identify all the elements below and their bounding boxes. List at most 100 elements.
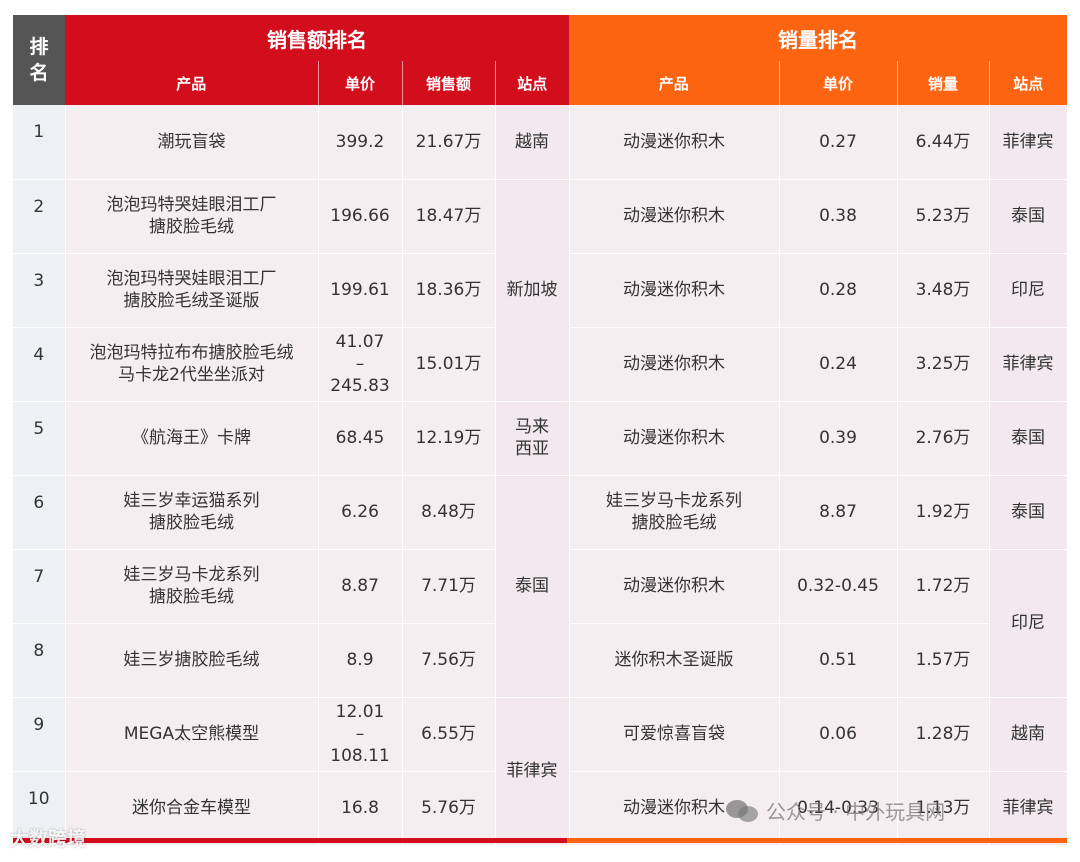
rank-cell: 8 [13,623,66,698]
sales-amount: 5.76万 [402,771,496,846]
sales-amount-text: 21.67万 [415,131,482,152]
sales-volume-text: 1.92万 [915,502,971,522]
sales-volume: 5.23万 [897,179,990,254]
col-site-right: 站点 [989,61,1067,105]
site-left: 新加坡 [495,179,570,402]
product-left-text: 潮玩盲袋 [157,131,226,152]
product-right: 迷你积木圣诞版 [569,623,780,698]
product-right-text: 动漫迷你积木 [623,576,725,596]
product-left-text: 泡泡玛特哭娃眼泪工厂 搪胶脸毛绒圣诞版 [106,269,277,311]
price-right: 0.28 [779,253,898,328]
price-right: 0.39 [779,401,898,476]
site-left-text: 越南 [515,131,549,152]
site-right: 菲律宾 [989,327,1068,402]
price-left: 12.01 – 108.11 [318,697,403,772]
rank-cell: 9 [13,697,66,772]
product-left: 迷你合金车模型 [65,771,319,846]
watermark-right: 公众号 · 中外玩具网 [726,796,945,825]
site-right-text: 泰国 [1011,206,1045,226]
rank-cell-text: 5 [33,418,45,439]
price-left-text: 16.8 [341,798,379,818]
product-right: 动漫迷你积木 [569,327,780,402]
price-right-text: 0.28 [819,280,857,300]
product-right: 动漫迷你积木 [569,179,780,254]
product-left-text: 娃三岁幸运猫系列 搪胶脸毛绒 [123,491,260,533]
site-left: 马来 西亚 [495,401,570,476]
price-left-text: 41.07 – 245.83 [330,332,390,396]
price-left: 41.07 – 245.83 [318,327,403,402]
sales-amount-text: 18.36万 [415,280,482,300]
rank-cell: 4 [13,327,66,402]
site-right: 菲律宾 [989,771,1068,846]
product-right-text: 动漫迷你积木 [623,798,725,818]
table-row: 1 潮玩盲袋 399.2 21.67万 越南 动漫迷你积木 0.27 6.44万 菲律宾 [13,105,1068,180]
product-right-text: 娃三岁马卡龙系列 搪胶脸毛绒 [606,491,742,533]
sales-amount-text: 5.76万 [421,798,476,818]
bottom-bar-red [13,838,567,843]
price-left-text: 8.9 [346,650,374,670]
price-right-text: 0.51 [819,650,857,670]
sales-volume-text: 3.25万 [915,354,971,374]
sales-volume-text: 1.57万 [915,650,971,670]
col-product-left: 产品 [65,61,319,105]
sales-volume-text: 1.72万 [915,576,971,596]
sales-amount: 6.55万 [402,697,496,772]
rank-cell-text: 7 [33,566,45,587]
sales-volume-text: 1.28万 [915,724,971,744]
price-left-text: 199.61 [330,280,390,300]
sales-amount-text: 18.47万 [415,206,482,226]
site-left-text: 新加坡 [506,280,558,300]
sales-volume: 1.57万 [897,623,990,698]
price-left: 199.61 [318,253,403,328]
price-left-text: 8.87 [341,576,379,596]
product-right-text: 动漫迷你积木 [623,206,725,226]
product-right-text: 动漫迷你积木 [623,131,725,152]
product-left: 娃三岁搪胶脸毛绒 [65,623,319,698]
price-right-text: 0.06 [819,724,857,744]
product-right: 动漫迷你积木 [569,105,780,180]
product-left: 泡泡玛特哭娃眼泪工厂 搪胶脸毛绒圣诞版 [65,253,319,328]
product-left-text: MEGA太空熊模型 [123,724,260,744]
table-body: 1 潮玩盲袋 399.2 21.67万 越南 动漫迷你积木 0.27 6.44万 菲律宾 2 泡泡玛… [13,105,1068,846]
product-right-text: 动漫迷你积木 [623,428,725,448]
wechat-icon [726,798,760,824]
price-left-text: 12.01 – 108.11 [330,702,390,766]
price-left: 399.2 [318,105,403,180]
bottom-bar-orange [567,838,1067,843]
sales-volume: 3.48万 [897,253,990,328]
rank-cell: 3 [13,253,66,328]
sales-amount-text: 12.19万 [415,428,482,448]
col-sales-amount: 销售额 [402,61,496,105]
product-right: 可爱惊喜盲袋 [569,697,780,772]
site-right-text: 泰国 [1011,428,1045,448]
site-right: 泰国 [989,401,1068,476]
product-left: 泡泡玛特拉布布搪胶脸毛绒 马卡龙2代坐坐派对 [65,327,319,402]
price-right-text: 0.24 [819,354,857,374]
site-left: 泰国 [495,475,570,698]
product-left-text: 泡泡玛特拉布布搪胶脸毛绒 马卡龙2代坐坐派对 [89,343,294,385]
price-right: 0.51 [779,623,898,698]
table-row: 2 泡泡玛特哭娃眼泪工厂 搪胶脸毛绒 196.66 18.47万 新加坡 动漫迷你积木 0.… [13,179,1068,402]
sales-amount-title: 销售额排名 [65,15,569,61]
price-right: 0.38 [779,179,898,254]
price-left-text: 6.26 [341,502,379,522]
price-right-text: 0.32-0.45 [797,576,879,596]
price-right: 0.32-0.45 [779,549,898,624]
price-right: 0.27 [779,105,898,180]
site-right: 泰国 [989,475,1068,550]
site-right-text: 印尼 [1011,613,1045,633]
price-left-text: 68.45 [335,428,385,448]
sales-amount: 18.47万 [402,179,496,254]
col-sales-volume: 销量 [897,61,990,105]
product-right: 动漫迷你积木 [569,253,780,328]
product-left: 潮玩盲袋 [65,105,319,180]
rank-cell: 5 [13,401,66,476]
sales-amount-text: 7.56万 [421,650,476,670]
product-left: 泡泡玛特哭娃眼泪工厂 搪胶脸毛绒 [65,179,319,254]
rank-cell: 7 [13,549,66,624]
price-left: 8.87 [318,549,403,624]
price-left: 68.45 [318,401,403,476]
sales-volume-text: 2.76万 [915,428,971,448]
sales-amount: 8.48万 [402,475,496,550]
site-right-text: 越南 [1011,724,1045,744]
